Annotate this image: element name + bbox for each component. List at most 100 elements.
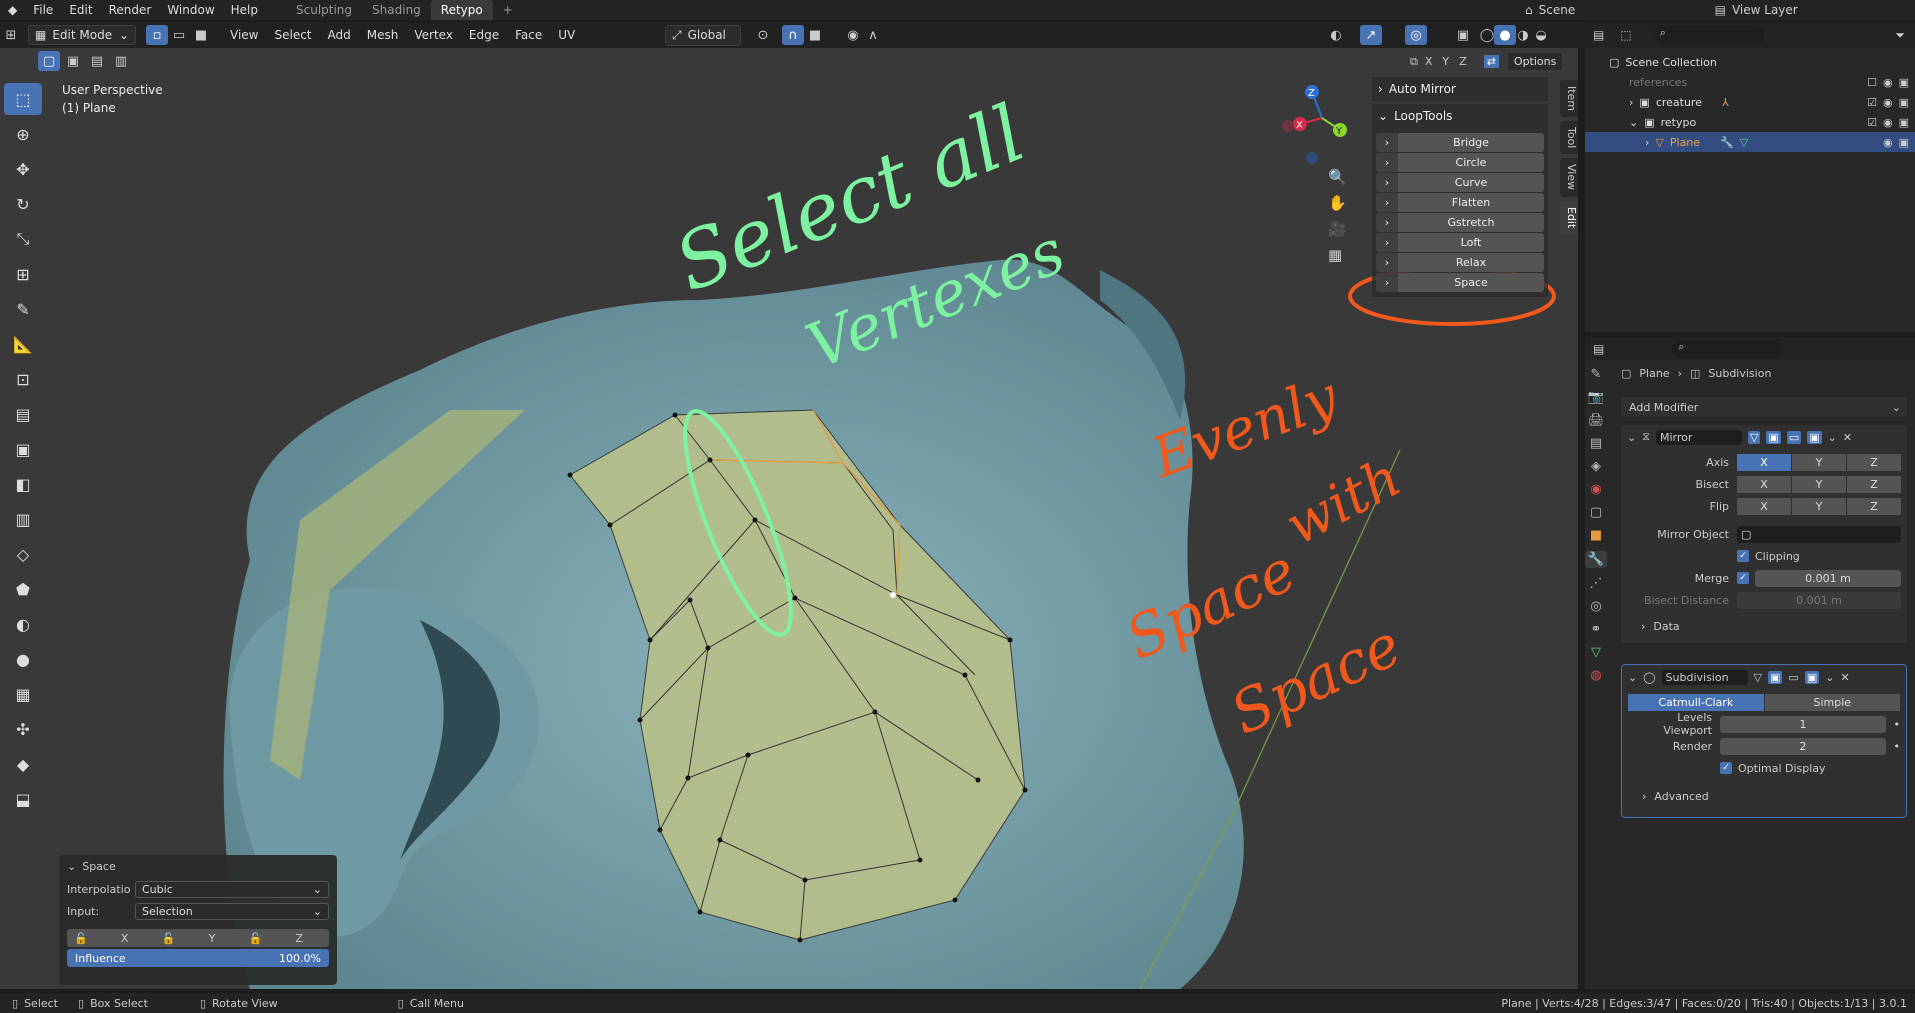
looptools-flatten-button[interactable]: › Flatten [1376, 193, 1544, 212]
output-props-icon[interactable]: 🖨 [1588, 413, 1605, 428]
blender-logo-icon[interactable]: ◆ [0, 0, 25, 20]
flip-x-toggle[interactable]: X [1737, 497, 1791, 515]
material-props-icon[interactable]: ◍ [1590, 668, 1601, 683]
menu-window[interactable]: Window [159, 0, 222, 20]
checkbox-icon[interactable]: ☑ [1867, 116, 1877, 129]
flip-z-toggle[interactable]: Z [1847, 497, 1901, 515]
modifier-props-icon[interactable]: 🔧 [1584, 551, 1608, 568]
xray-icon[interactable]: ▣ [1452, 25, 1474, 45]
interpolation-dropdown[interactable]: Cubic ⌄ [135, 880, 329, 898]
spin-tool-icon[interactable]: ◐ [4, 608, 42, 640]
levels-viewport-field[interactable]: 1 [1720, 715, 1886, 733]
render-toggle-icon[interactable]: ▣ [1807, 430, 1822, 444]
auto-mirror-header[interactable]: › Auto Mirror [1372, 77, 1548, 101]
eye-icon[interactable]: ◉ [1883, 136, 1893, 149]
falloff-icon[interactable]: ∧ [862, 25, 884, 45]
zoom-icon[interactable]: 🔍 [1328, 168, 1347, 186]
menu-file[interactable]: File [25, 0, 61, 20]
tab-shading[interactable]: Shading [362, 0, 431, 20]
scene-icon[interactable]: ⌂ [1525, 3, 1533, 17]
ortho-grid-icon[interactable]: ▦ [1328, 246, 1347, 264]
shear-tool-icon[interactable]: ◆ [4, 748, 42, 780]
shrink-fatten-tool-icon[interactable]: ✣ [4, 713, 42, 745]
keyframe-dot-icon[interactable]: • [1886, 740, 1901, 753]
axis-y-toggle[interactable]: Y [1792, 453, 1846, 471]
menu-add[interactable]: Add [320, 22, 359, 48]
chevron-down-icon[interactable]: ⌄ [1825, 671, 1834, 684]
options-dropdown[interactable]: Options [1506, 52, 1564, 71]
knife-tool-icon[interactable]: ◇ [4, 538, 42, 570]
looptools-space-button[interactable]: › Space [1376, 273, 1544, 292]
menu-select[interactable]: Select [266, 22, 319, 48]
particles-props-icon[interactable]: ⋰ [1590, 576, 1603, 591]
data-props-icon[interactable]: ▽ [1591, 645, 1601, 660]
gizmo-icon[interactable]: ↗ [1360, 25, 1382, 45]
menu-render[interactable]: Render [101, 0, 160, 20]
outliner-row-creature[interactable]: › ▣ creature ⅄ ☑ ◉ ▣ [1585, 92, 1915, 112]
catmull-clark-toggle[interactable]: Catmull-Clark [1628, 693, 1764, 711]
proportional-edit-icon[interactable]: ◉ [842, 25, 864, 45]
add-modifier-button[interactable]: Add Modifier ⌄ [1621, 397, 1907, 417]
lock-icon[interactable]: 🔓 [67, 932, 95, 945]
poly-build-tool-icon[interactable]: ⬟ [4, 573, 42, 605]
annotate-tool-icon[interactable]: ✎ [4, 293, 42, 325]
edge-slide-tool-icon[interactable]: ▦ [4, 678, 42, 710]
menu-edge[interactable]: Edge [461, 22, 507, 48]
bevel-tool-icon[interactable]: ◧ [4, 468, 42, 500]
lock-icon[interactable]: 🔓 [242, 932, 270, 945]
looptools-curve-button[interactable]: › Curve [1376, 173, 1544, 192]
display-mode-icon[interactable]: ⬚ [1620, 28, 1631, 42]
select-new-icon[interactable]: ▢ [38, 51, 60, 71]
influence-slider[interactable]: Influence 100.0% [67, 949, 329, 967]
add-cube-tool-icon[interactable]: ⊡ [4, 363, 42, 395]
extrude-tool-icon[interactable]: ▤ [4, 398, 42, 430]
mirror-object-field[interactable]: ▢ [1737, 525, 1901, 543]
scene-props-icon[interactable]: ◈ [1591, 459, 1601, 474]
advanced-subpanel-header[interactable]: › Advanced [1628, 787, 1900, 805]
lock-icon[interactable]: 🔓 [154, 932, 182, 945]
vertex-select-icon[interactable]: ▫ [146, 25, 168, 45]
editmode-toggle-icon[interactable]: ▽ [1754, 671, 1762, 684]
render-props-icon[interactable]: 📷 [1588, 390, 1604, 405]
cage-toggle-icon[interactable]: ▣ [1766, 430, 1781, 444]
orientation-dropdown[interactable]: ⤢ Global [665, 24, 741, 46]
tab-edit[interactable]: Edit [1560, 200, 1578, 234]
select-invert-icon[interactable]: ▥ [110, 51, 132, 71]
render-toggle-icon[interactable]: ▣ [1804, 670, 1820, 684]
cage-toggle-icon[interactable]: ▣ [1768, 670, 1783, 684]
tab-view[interactable]: View [1560, 158, 1578, 197]
scale-tool-icon[interactable]: ⤡ [4, 223, 42, 255]
sym-z[interactable]: Z [1456, 55, 1470, 68]
clipping-checkbox[interactable]: ✓ [1737, 550, 1749, 562]
move-tool-icon[interactable]: ✥ [4, 153, 42, 185]
edge-select-icon[interactable]: ▭ [168, 25, 190, 45]
editmode-toggle-icon[interactable]: ▽ [1747, 430, 1761, 444]
measure-tool-icon[interactable]: 📐 [4, 328, 42, 360]
view-layer-props-icon[interactable]: ▤ [1590, 436, 1602, 451]
camera-icon[interactable]: 🎥 [1328, 220, 1347, 238]
menu-vertex[interactable]: Vertex [406, 22, 461, 48]
chevron-down-icon[interactable]: ⌄ [1627, 431, 1636, 444]
smooth-tool-icon[interactable]: ● [4, 643, 42, 675]
sym-x[interactable]: X [1421, 55, 1436, 68]
rotate-tool-icon[interactable]: ↻ [4, 188, 42, 220]
keyframe-dot-icon[interactable]: • [1886, 718, 1901, 731]
face-select-icon[interactable]: ■ [190, 25, 212, 45]
tab-tool[interactable]: Tool [1560, 121, 1578, 155]
mirror-name-field[interactable]: Mirror [1655, 429, 1742, 445]
select-subtract-icon[interactable]: ▤ [86, 51, 108, 71]
filter-icon[interactable]: ⏷ [1895, 28, 1905, 43]
close-icon[interactable]: ✕ [1843, 431, 1852, 444]
add-workspace-button[interactable]: + [493, 0, 523, 20]
select-extend-icon[interactable]: ▣ [62, 51, 84, 71]
tool-props-icon[interactable]: ✎ [1591, 367, 1602, 382]
camera-icon[interactable]: ▣ [1899, 136, 1909, 149]
editor-type-icon[interactable]: ▤ [1593, 342, 1604, 356]
menu-view[interactable]: View [222, 22, 266, 48]
lock-x[interactable]: X [95, 932, 154, 945]
auto-merge-icon[interactable]: ⇄ [1483, 55, 1499, 68]
merge-distance-field[interactable]: 0.001 m [1755, 569, 1901, 587]
close-icon[interactable]: ✕ [1840, 671, 1849, 684]
looptools-bridge-button[interactable]: › Bridge [1376, 133, 1544, 152]
tab-retypo[interactable]: Retypo [430, 0, 493, 20]
